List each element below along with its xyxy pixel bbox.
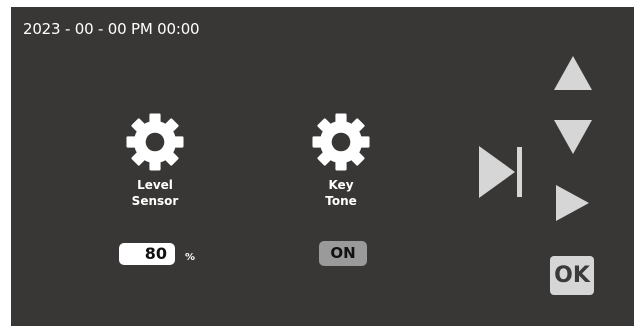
triangle-up-icon bbox=[554, 56, 592, 90]
right-button[interactable] bbox=[556, 185, 589, 221]
level-sensor-label: Level Sensor bbox=[131, 178, 179, 208]
key-tone-toggle[interactable]: ON bbox=[319, 241, 367, 266]
level-sensor-value[interactable]: 80 bbox=[119, 243, 175, 265]
skip-next-icon bbox=[479, 146, 522, 198]
ok-button[interactable]: OK bbox=[550, 256, 594, 295]
level-sensor-setting[interactable]: Level Sensor bbox=[95, 111, 215, 209]
level-sensor-unit: % bbox=[185, 252, 196, 263]
down-button[interactable] bbox=[554, 120, 592, 154]
up-button[interactable] bbox=[554, 56, 592, 90]
gear-icon bbox=[312, 113, 370, 171]
skip-next-button[interactable] bbox=[479, 146, 525, 198]
triangle-down-icon bbox=[554, 120, 592, 154]
key-tone-label: Key Tone bbox=[325, 178, 357, 208]
triangle-right-icon bbox=[556, 185, 589, 221]
gear-icon bbox=[126, 113, 184, 171]
datetime-display: 2023 - 00 - 00 PM 00:00 bbox=[23, 20, 200, 38]
key-tone-setting[interactable]: Key Tone bbox=[281, 111, 401, 209]
device-screen: 2023 - 00 - 00 PM 00:00 Level Sensor 80 … bbox=[11, 7, 634, 326]
